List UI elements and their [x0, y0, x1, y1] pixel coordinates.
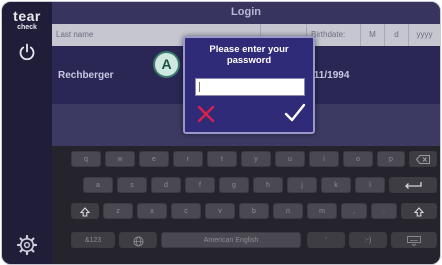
on-screen-keyboard: q w e r t y u i o p a s d f g h j k l z … — [52, 146, 440, 264]
key-n[interactable]: n — [273, 203, 303, 219]
confirm-button[interactable] — [284, 102, 306, 124]
key-t[interactable]: t — [207, 151, 237, 167]
power-icon[interactable] — [17, 42, 37, 62]
dialog-title: Please enter your password — [185, 44, 313, 66]
key-m[interactable]: m — [307, 203, 337, 219]
row-birthdate: /11/1994 — [311, 70, 350, 81]
enter-icon — [405, 182, 422, 189]
key-period[interactable]: . — [371, 203, 397, 219]
key-p[interactable]: p — [377, 151, 405, 167]
key-e[interactable]: e — [139, 151, 169, 167]
key-z[interactable]: z — [103, 203, 133, 219]
key-i[interactable]: i — [309, 151, 339, 167]
title-bar: Login — [52, 2, 440, 24]
sidebar: tear check — [2, 2, 52, 264]
symbols-key[interactable]: &123 — [71, 232, 115, 248]
dialog-title-line2: password — [226, 55, 272, 66]
backspace-key[interactable] — [409, 151, 437, 167]
key-d[interactable]: d — [151, 177, 181, 193]
key-o[interactable]: o — [343, 151, 373, 167]
password-input[interactable] — [195, 78, 305, 96]
key-x[interactable]: x — [137, 203, 167, 219]
key-s[interactable]: s — [117, 177, 147, 193]
key-b[interactable]: b — [239, 203, 269, 219]
cancel-button[interactable] — [196, 104, 216, 124]
annotation-marker-a: A — [153, 51, 180, 78]
text-cursor — [199, 82, 200, 92]
key-y[interactable]: y — [241, 151, 271, 167]
key-k[interactable]: k — [321, 177, 351, 193]
key-w[interactable]: w — [105, 151, 135, 167]
shift-icon — [414, 207, 424, 217]
hide-keyboard-key[interactable] — [391, 232, 437, 248]
header-month: M — [361, 24, 385, 46]
key-j[interactable]: j — [287, 177, 317, 193]
shift-key-left[interactable] — [71, 203, 99, 219]
password-dialog: Please enter your password — [183, 36, 315, 134]
row-last-name: Rechberger — [58, 70, 114, 81]
dialog-title-line1: Please enter your — [209, 44, 289, 55]
shift-icon — [80, 207, 90, 217]
logo: tear check — [9, 9, 45, 31]
shift-key-right[interactable] — [401, 203, 437, 219]
logo-line1: tear — [13, 8, 41, 24]
page-title: Login — [231, 6, 261, 18]
globe-key[interactable] — [119, 232, 157, 248]
key-c[interactable]: c — [171, 203, 201, 219]
spacebar[interactable]: American English — [161, 232, 301, 248]
settings-gear-icon[interactable] — [16, 234, 38, 256]
logo-line2: check — [17, 24, 37, 31]
smiley-key[interactable]: :-) — [349, 232, 387, 248]
checkmark-icon — [284, 103, 306, 122]
apostrophe-key[interactable]: ' — [307, 232, 345, 248]
enter-key[interactable] — [389, 177, 437, 193]
key-f[interactable]: f — [185, 177, 215, 193]
key-q[interactable]: q — [71, 151, 101, 167]
app-window: tear check Login Last name Birthdate: M … — [1, 1, 441, 265]
key-g[interactable]: g — [219, 177, 249, 193]
globe-icon — [133, 236, 143, 247]
key-l[interactable]: l — [355, 177, 385, 193]
key-h[interactable]: h — [253, 177, 283, 193]
close-icon — [197, 105, 215, 123]
key-r[interactable]: r — [173, 151, 203, 167]
key-comma[interactable]: , — [341, 203, 367, 219]
header-day: d — [385, 24, 409, 46]
key-v[interactable]: v — [205, 203, 235, 219]
backspace-icon — [416, 155, 430, 164]
key-u[interactable]: u — [275, 151, 305, 167]
key-a[interactable]: a — [83, 177, 113, 193]
header-birthdate: Birthdate: — [307, 24, 361, 46]
header-year: yyyy — [416, 30, 433, 39]
keyboard-hide-icon — [407, 236, 421, 246]
